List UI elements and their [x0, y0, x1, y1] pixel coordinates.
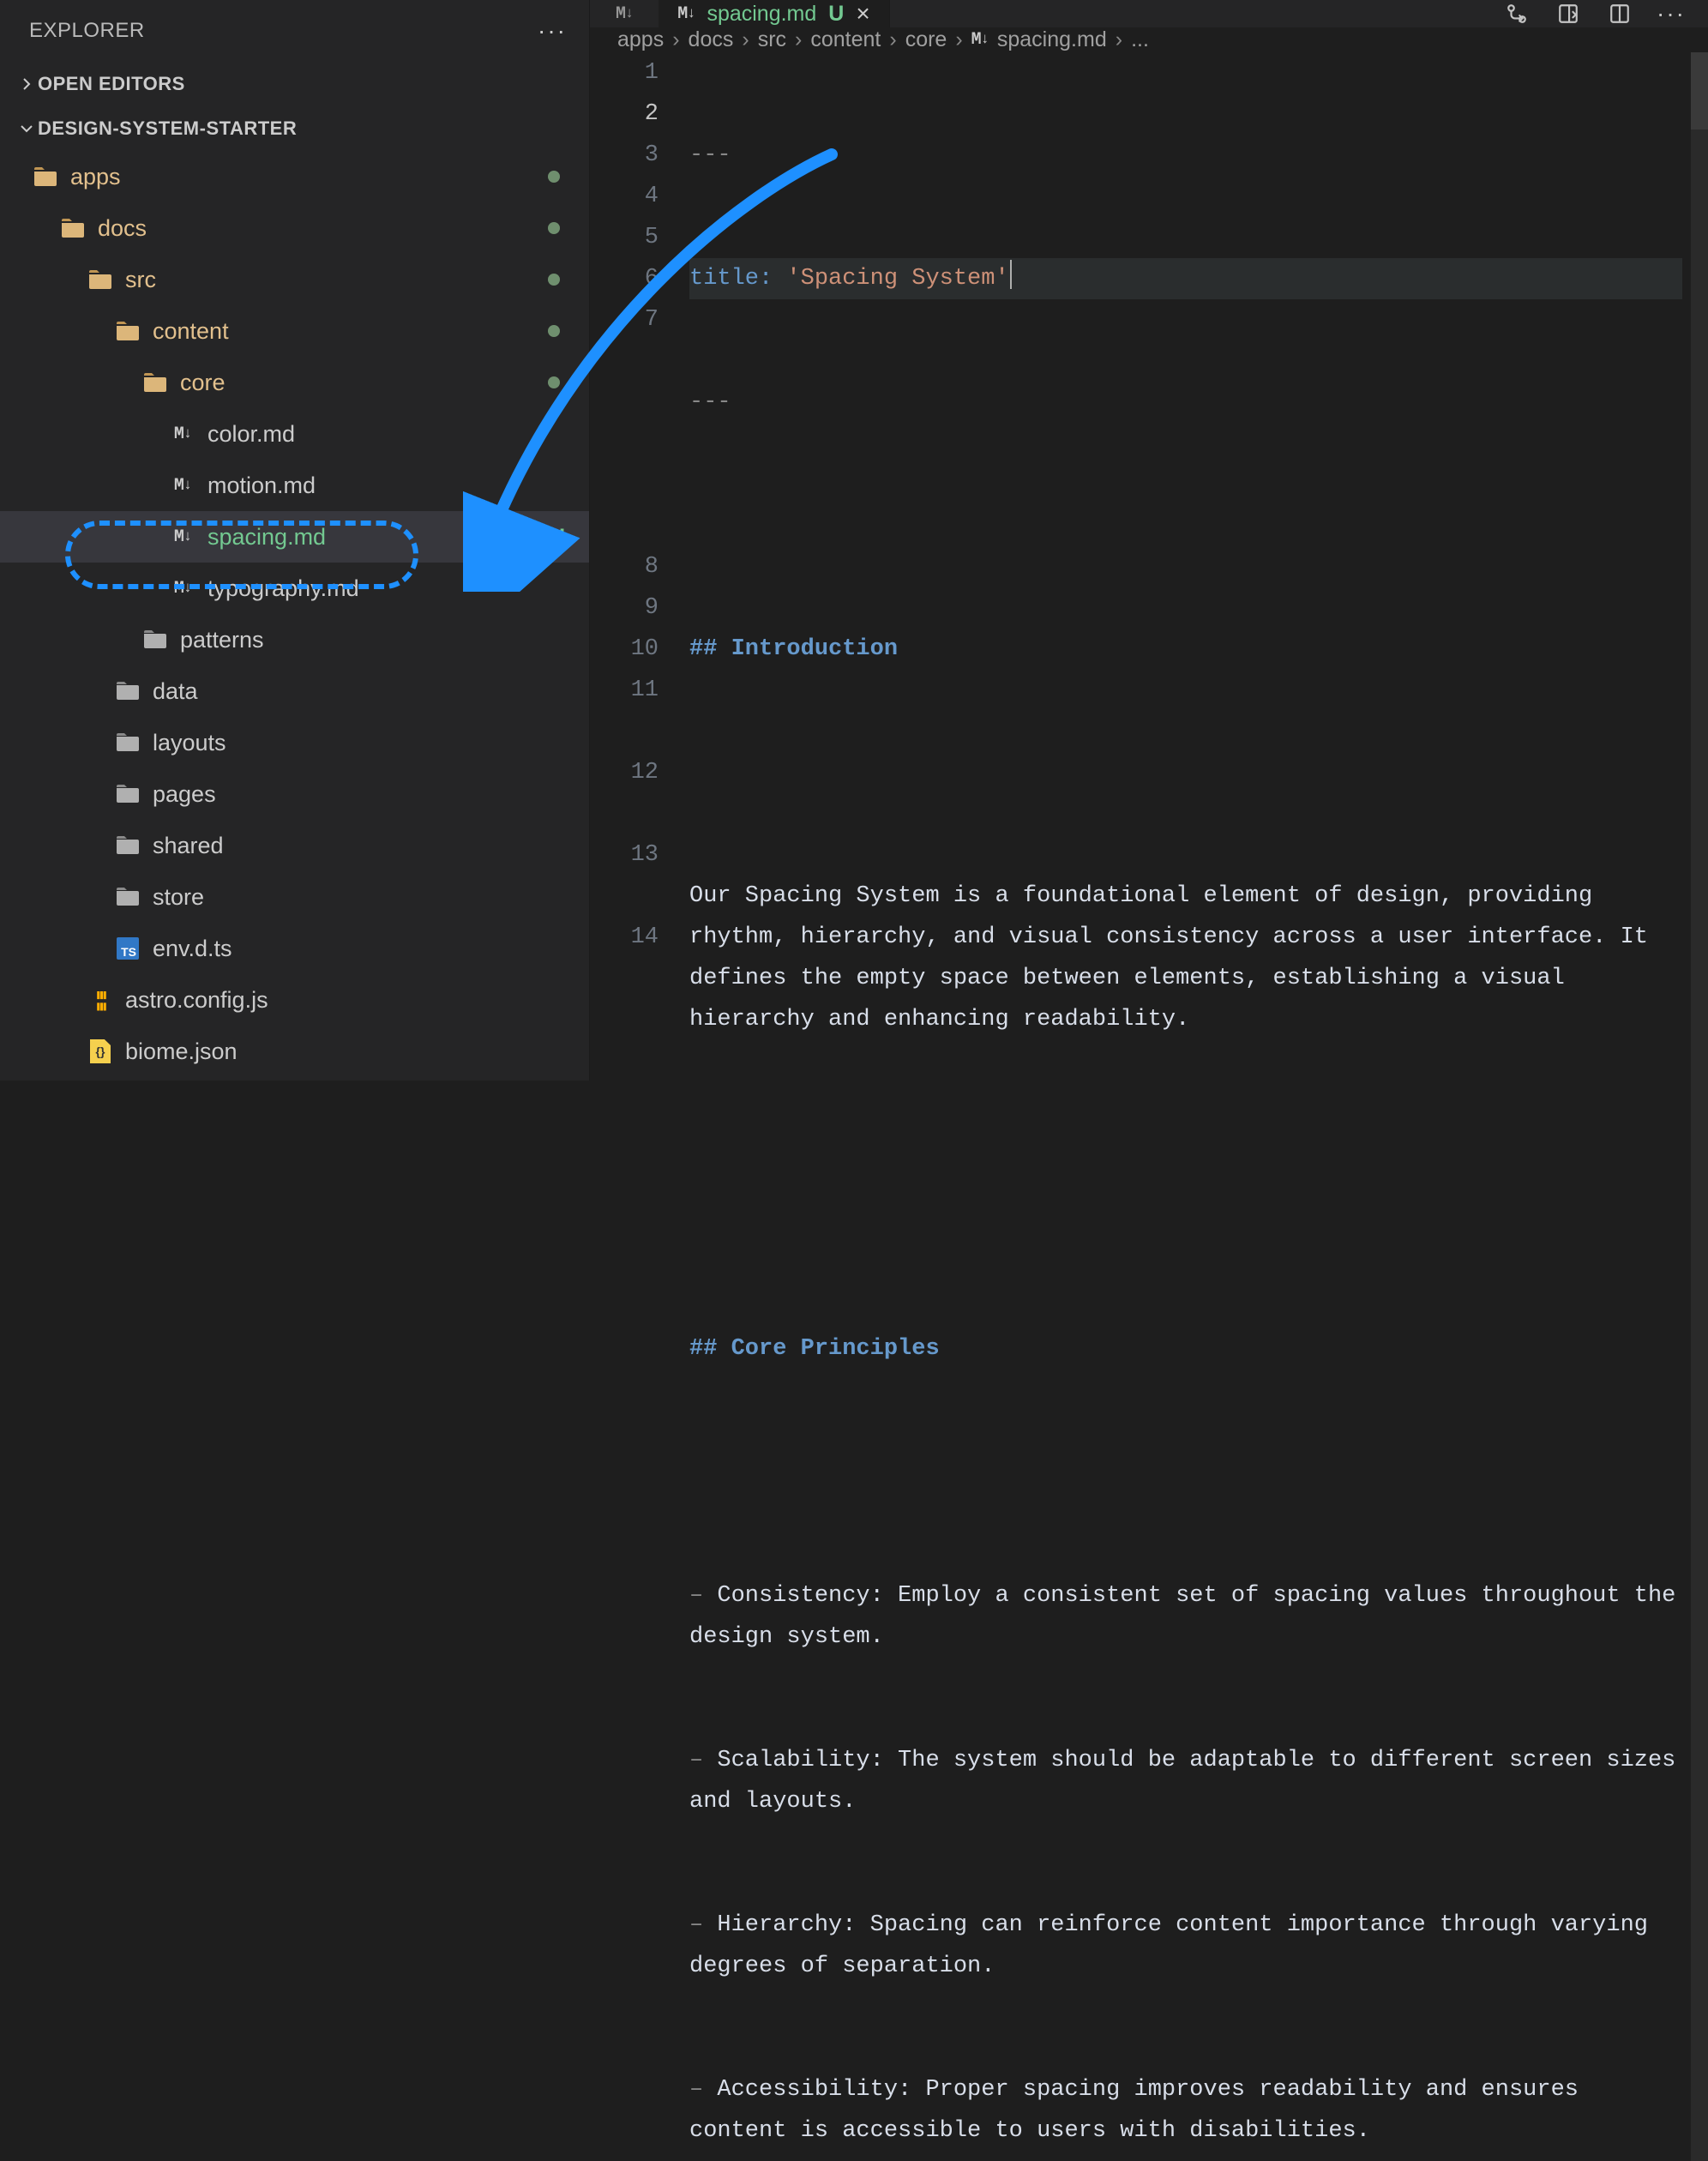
explorer-more-icon[interactable]: ···: [538, 17, 567, 45]
open-editors-label: OPEN EDITORS: [38, 73, 185, 95]
explorer-title: EXPLORER: [29, 19, 145, 43]
folder-icon: [115, 732, 141, 753]
workspace-label: DESIGN-SYSTEM-STARTER: [38, 117, 297, 140]
tree-item-label: data: [153, 678, 198, 705]
tree-item-label: astro.config.js: [125, 987, 268, 1014]
biome-icon: [87, 1039, 113, 1063]
tab-git-status: U: [828, 2, 844, 27]
tree-file[interactable]: ¦¦¦ astro.config.js: [0, 974, 589, 1026]
git-modified-dot-icon: [548, 274, 560, 286]
markdown-icon: M↓: [971, 30, 989, 50]
breadcrumb-part[interactable]: core: [905, 27, 947, 52]
folder-icon: [142, 629, 168, 650]
git-modified-dot-icon: [548, 171, 560, 183]
tree-item-label: layouts: [153, 730, 226, 756]
folder-icon: [115, 835, 141, 856]
breadcrumb-part[interactable]: apps: [617, 27, 664, 52]
tree-item-label: apps: [70, 164, 121, 190]
markdown-icon: M↓: [677, 4, 695, 24]
tab-bar: M↓ M↓ spacing.md U ×: [590, 0, 1708, 27]
tree-file[interactable]: M↓ color.md: [0, 408, 589, 460]
breadcrumb[interactable]: apps› docs› src› content› core› M↓ spaci…: [590, 27, 1708, 52]
tree-folder[interactable]: content: [0, 305, 589, 357]
close-icon[interactable]: ×: [856, 0, 869, 27]
tree-item-label: spacing.md: [207, 524, 326, 551]
folder-icon: [115, 321, 141, 341]
tree-item-label: color.md: [207, 421, 295, 448]
tree-folder[interactable]: src: [0, 254, 589, 305]
md-icon: M↓: [170, 527, 195, 547]
breadcrumb-part[interactable]: content: [810, 27, 881, 52]
tree-item-label: content: [153, 318, 229, 345]
md-icon: M↓: [170, 579, 195, 599]
breadcrumb-ellipsis[interactable]: ...: [1131, 27, 1149, 52]
chevron-down-icon: [15, 122, 38, 135]
git-modified-dot-icon: [548, 222, 560, 234]
tree-file[interactable]: M↓ spacing.md U: [0, 511, 589, 563]
code-editor[interactable]: 1 2 3 4 5 6 7 8 9 10 11 12 13 14 --- tit…: [590, 52, 1708, 2161]
more-actions-icon[interactable]: ···: [1658, 1, 1684, 27]
folder-icon: [115, 887, 141, 907]
workspace-section[interactable]: DESIGN-SYSTEM-STARTER: [0, 106, 589, 151]
astro-icon: ¦¦¦: [87, 988, 113, 1012]
folder-icon: [60, 218, 86, 238]
folder-icon: [115, 681, 141, 701]
tree-folder[interactable]: store: [0, 871, 589, 923]
chevron-right-icon: [15, 77, 38, 91]
tree-item-label: typography.md: [207, 575, 359, 602]
minimap[interactable]: [1691, 52, 1708, 2161]
breadcrumb-part[interactable]: docs: [689, 27, 734, 52]
folder-icon: [115, 784, 141, 804]
folder-icon: [33, 166, 58, 187]
tree-file[interactable]: M↓ motion.md: [0, 460, 589, 511]
tree-item-label: pages: [153, 781, 216, 808]
tab-filename: spacing.md: [707, 2, 816, 27]
ts-icon: TS: [115, 937, 141, 960]
folder-icon: [142, 372, 168, 393]
tree-folder[interactable]: apps: [0, 151, 589, 202]
text-cursor: [1010, 260, 1012, 289]
explorer-header: EXPLORER ···: [0, 0, 589, 62]
tree-folder[interactable]: shared: [0, 820, 589, 871]
tree-file[interactable]: TS env.d.ts: [0, 923, 589, 974]
tree-item-label: src: [125, 267, 156, 293]
git-modified-dot-icon: [548, 325, 560, 337]
git-status-badge: U: [549, 524, 565, 551]
git-modified-dot-icon: [548, 376, 560, 388]
tabbar-actions: ···: [1504, 0, 1708, 27]
open-preview-icon[interactable]: [1555, 1, 1581, 27]
md-icon: M↓: [170, 424, 195, 444]
tab-spacing-md[interactable]: M↓ spacing.md U ×: [659, 0, 890, 27]
file-tree: apps docs src content coreM↓ color.mdM↓ …: [0, 151, 589, 1080]
tree-file[interactable]: biome.json: [0, 1026, 589, 1077]
tree-folder[interactable]: docs: [0, 202, 589, 254]
tree-file[interactable]: M↓ typography.md: [0, 563, 589, 614]
code-content[interactable]: --- title: 'Spacing System' --- ## Intro…: [689, 52, 1708, 2161]
editor-area: M↓ M↓ spacing.md U ×: [590, 0, 1708, 1080]
tree-folder[interactable]: pages: [0, 768, 589, 820]
md-icon: M↓: [170, 476, 195, 496]
tree-item-label: patterns: [180, 627, 264, 653]
compare-changes-icon[interactable]: [1504, 1, 1530, 27]
tree-item-label: motion.md: [207, 473, 316, 499]
tree-item-label: biome.json: [125, 1038, 238, 1065]
explorer-sidebar: EXPLORER ··· OPEN EDITORS DESIGN-SYSTEM-…: [0, 0, 590, 1080]
tree-item-label: env.d.ts: [153, 936, 232, 962]
open-editors-section[interactable]: OPEN EDITORS: [0, 62, 589, 106]
line-number-gutter: 1 2 3 4 5 6 7 8 9 10 11 12 13 14: [590, 52, 689, 2161]
tree-folder[interactable]: data: [0, 665, 589, 717]
breadcrumb-part[interactable]: src: [758, 27, 786, 52]
split-editor-icon[interactable]: [1607, 1, 1633, 27]
tree-item-label: docs: [98, 215, 147, 242]
tree-folder[interactable]: layouts: [0, 717, 589, 768]
tab-icon-placeholder[interactable]: M↓: [590, 0, 659, 27]
tree-item-label: store: [153, 884, 204, 911]
breadcrumb-file[interactable]: spacing.md: [997, 27, 1107, 52]
tree-folder[interactable]: patterns: [0, 614, 589, 665]
tree-folder[interactable]: core: [0, 357, 589, 408]
folder-icon: [87, 269, 113, 290]
markdown-icon: M↓: [616, 4, 633, 24]
tree-item-label: core: [180, 370, 226, 396]
tree-item-label: shared: [153, 833, 224, 859]
